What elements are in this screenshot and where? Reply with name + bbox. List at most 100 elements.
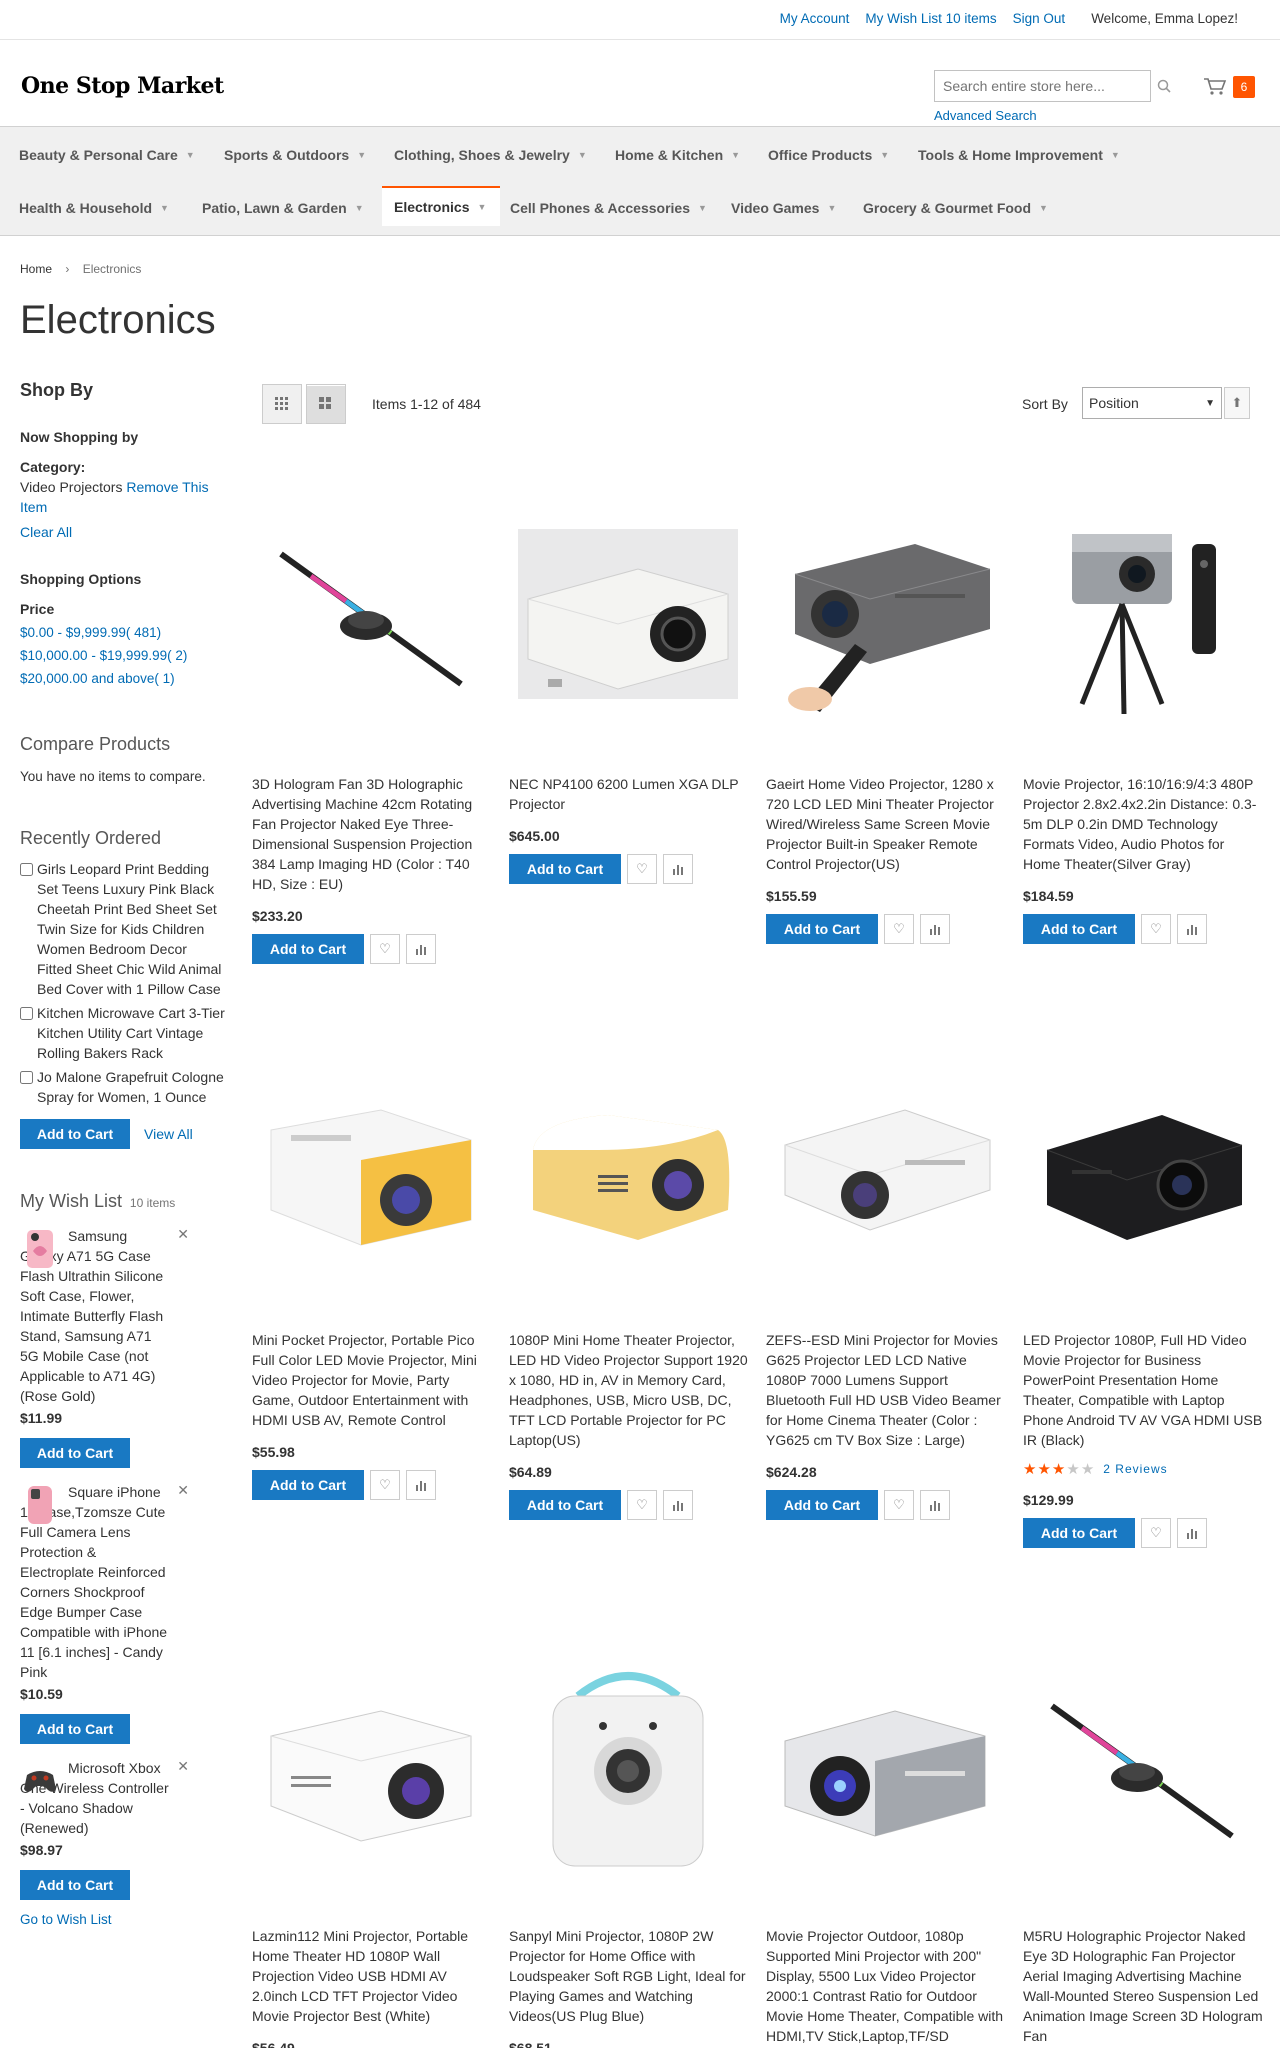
compare-empty-text: You have no items to compare. bbox=[20, 769, 206, 784]
add-to-compare-button[interactable] bbox=[663, 1490, 693, 1520]
store-logo[interactable]: One Stop Market bbox=[21, 73, 224, 99]
nav-item-tools[interactable]: Tools & Home Improvement ▼ bbox=[906, 135, 1134, 175]
close-icon[interactable]: ✕ bbox=[177, 1482, 189, 1499]
price-range-1[interactable]: $0.00 - $9,999.99( 481) bbox=[20, 625, 161, 640]
add-to-cart-button[interactable]: Add to Cart bbox=[1023, 1518, 1135, 1548]
product-name-link[interactable]: Mini Pocket Projector, Portable Pico Ful… bbox=[252, 1330, 492, 1430]
add-to-wishlist-button[interactable]: ♡ bbox=[370, 934, 400, 964]
add-to-wishlist-button[interactable]: ♡ bbox=[884, 914, 914, 944]
nav-item-office[interactable]: Office Products ▼ bbox=[756, 135, 903, 175]
sort-direction-button[interactable]: ⬆ bbox=[1224, 387, 1250, 419]
product-price: $233.20 bbox=[252, 908, 303, 924]
search-input[interactable] bbox=[943, 78, 1113, 94]
nav-item-electronics[interactable]: Electronics ▼ bbox=[382, 186, 501, 226]
recent-item-link[interactable]: Jo Malone Grapefruit Cologne Spray for W… bbox=[37, 1067, 225, 1107]
wishlist-item-image[interactable] bbox=[22, 1484, 58, 1526]
search-button[interactable] bbox=[1153, 74, 1175, 98]
add-to-wishlist-button[interactable]: ♡ bbox=[370, 1470, 400, 1500]
price-range-3[interactable]: $20,000.00 and above( 1) bbox=[20, 671, 175, 686]
product-image[interactable] bbox=[766, 1020, 1003, 1320]
product-name-link[interactable]: ZEFS--ESD Mini Projector for Movies G625… bbox=[766, 1330, 1006, 1450]
wishlist-item-image[interactable] bbox=[22, 1760, 58, 1802]
recent-item-link[interactable]: Girls Leopard Print Bedding Set Teens Lu… bbox=[37, 859, 225, 999]
add-to-cart-button[interactable]: Add to Cart bbox=[509, 1490, 621, 1520]
add-to-wishlist-button[interactable]: ♡ bbox=[627, 1490, 657, 1520]
recent-item-link[interactable]: Kitchen Microwave Cart 3-Tier Kitchen Ut… bbox=[37, 1003, 225, 1063]
add-to-compare-button[interactable] bbox=[663, 854, 693, 884]
add-to-compare-button[interactable] bbox=[1177, 914, 1207, 944]
nav-item-home-kitchen[interactable]: Home & Kitchen ▼ bbox=[603, 135, 754, 175]
minicart-button[interactable]: 6 bbox=[1199, 72, 1259, 102]
product-price: $624.28 bbox=[766, 1464, 817, 1480]
add-to-compare-button[interactable] bbox=[406, 1470, 436, 1500]
product-image[interactable] bbox=[1023, 1616, 1260, 1916]
add-to-cart-button[interactable]: Add to Cart bbox=[509, 854, 621, 884]
add-to-wishlist-button[interactable]: ♡ bbox=[1141, 1518, 1171, 1548]
advanced-search-link[interactable]: Advanced Search bbox=[934, 108, 1037, 123]
list-mode-button[interactable] bbox=[306, 384, 346, 424]
recent-item-checkbox[interactable] bbox=[20, 1007, 33, 1020]
product-image[interactable] bbox=[252, 1020, 489, 1320]
product-name-link[interactable]: Lazmin112 Mini Projector, Portable Home … bbox=[252, 1926, 492, 2026]
product-image[interactable] bbox=[1023, 1020, 1260, 1320]
wishlist-add-to-cart-button[interactable]: Add to Cart bbox=[20, 1714, 130, 1744]
nav-item-sports[interactable]: Sports & Outdoors ▼ bbox=[212, 135, 380, 175]
close-icon[interactable]: ✕ bbox=[177, 1758, 189, 1775]
nav-item-video-games[interactable]: Video Games ▼ bbox=[719, 188, 850, 228]
product-name-link[interactable]: M5RU Holographic Projector Naked Eye 3D … bbox=[1023, 1926, 1263, 2046]
recent-item-checkbox[interactable] bbox=[20, 1071, 33, 1084]
product-name-link[interactable]: 1080P Mini Home Theater Projector, LED H… bbox=[509, 1330, 749, 1450]
product-image[interactable] bbox=[766, 464, 1003, 764]
sign-out-link[interactable]: Sign Out bbox=[1013, 11, 1066, 26]
add-to-cart-button[interactable]: Add to Cart bbox=[252, 1470, 364, 1500]
product-name-link[interactable]: Sanpyl Mini Projector, 1080P 2W Projecto… bbox=[509, 1926, 749, 2026]
product-name-link[interactable]: 3D Hologram Fan 3D Holographic Advertisi… bbox=[252, 774, 492, 894]
add-to-cart-button[interactable]: Add to Cart bbox=[252, 934, 364, 964]
my-account-link[interactable]: My Account bbox=[780, 11, 850, 26]
product-name-link[interactable]: Gaeirt Home Video Projector, 1280 x 720 … bbox=[766, 774, 1006, 874]
nav-item-clothing[interactable]: Clothing, Shoes & Jewelry ▼ bbox=[382, 135, 601, 175]
add-to-wishlist-button[interactable]: ♡ bbox=[627, 854, 657, 884]
wishlist-item-image[interactable] bbox=[22, 1228, 58, 1270]
nav-item-health[interactable]: Health & Household ▼ bbox=[7, 188, 183, 228]
product-name-link[interactable]: NEC NP4100 6200 Lumen XGA DLP Projector bbox=[509, 774, 749, 814]
product-name-link[interactable]: Movie Projector, 16:10/16:9/4:3 480P Pro… bbox=[1023, 774, 1263, 874]
go-to-wishlist-link[interactable]: Go to Wish List bbox=[20, 1912, 112, 1927]
recent-item-checkbox[interactable] bbox=[20, 863, 33, 876]
product-image[interactable] bbox=[509, 464, 746, 764]
product-image[interactable] bbox=[509, 1616, 746, 1916]
recent-add-to-cart-button[interactable]: Add to Cart bbox=[20, 1119, 130, 1149]
my-wishlist-link[interactable]: My Wish List 10 items bbox=[865, 11, 996, 26]
product-name-link[interactable]: LED Projector 1080P, Full HD Video Movie… bbox=[1023, 1330, 1263, 1450]
add-to-compare-button[interactable] bbox=[1177, 1518, 1207, 1548]
product-image[interactable] bbox=[252, 1616, 489, 1916]
add-to-cart-button[interactable]: Add to Cart bbox=[1023, 914, 1135, 944]
add-to-compare-button[interactable] bbox=[920, 1490, 950, 1520]
product-name-link[interactable]: Movie Projector Outdoor, 1080p Supported… bbox=[766, 1926, 1006, 2046]
nav-item-cell-phones[interactable]: Cell Phones & Accessories ▼ bbox=[498, 188, 721, 228]
reviews-link[interactable]: 2 Reviews bbox=[1103, 1462, 1167, 1476]
product-image[interactable] bbox=[252, 464, 489, 764]
wishlist-add-to-cart-button[interactable]: Add to Cart bbox=[20, 1438, 130, 1468]
add-to-cart-button[interactable]: Add to Cart bbox=[766, 1490, 878, 1520]
breadcrumb-home[interactable]: Home bbox=[20, 262, 52, 276]
product-image[interactable] bbox=[766, 1616, 1003, 1916]
sort-by-select[interactable]: Position ▼ bbox=[1082, 387, 1222, 419]
add-to-compare-button[interactable] bbox=[406, 934, 436, 964]
product-image[interactable] bbox=[509, 1020, 746, 1320]
clear-all-link[interactable]: Clear All bbox=[20, 524, 72, 540]
nav-item-grocery[interactable]: Grocery & Gourmet Food ▼ bbox=[851, 188, 1062, 228]
nav-item-patio[interactable]: Patio, Lawn & Garden ▼ bbox=[190, 188, 378, 228]
add-to-cart-button[interactable]: Add to Cart bbox=[766, 914, 878, 944]
add-to-compare-button[interactable] bbox=[920, 914, 950, 944]
add-to-wishlist-button[interactable]: ♡ bbox=[884, 1490, 914, 1520]
wishlist-add-to-cart-button[interactable]: Add to Cart bbox=[20, 1870, 130, 1900]
view-all-link[interactable]: View All bbox=[144, 1126, 193, 1142]
nav-item-beauty[interactable]: Beauty & Personal Care ▼ bbox=[7, 135, 209, 175]
chevron-down-icon: ▼ bbox=[1039, 203, 1048, 213]
product-image[interactable] bbox=[1023, 464, 1260, 764]
close-icon[interactable]: ✕ bbox=[177, 1226, 189, 1243]
add-to-wishlist-button[interactable]: ♡ bbox=[1141, 914, 1171, 944]
price-range-2[interactable]: $10,000.00 - $19,999.99( 2) bbox=[20, 648, 187, 663]
grid-mode-button[interactable] bbox=[262, 384, 302, 424]
